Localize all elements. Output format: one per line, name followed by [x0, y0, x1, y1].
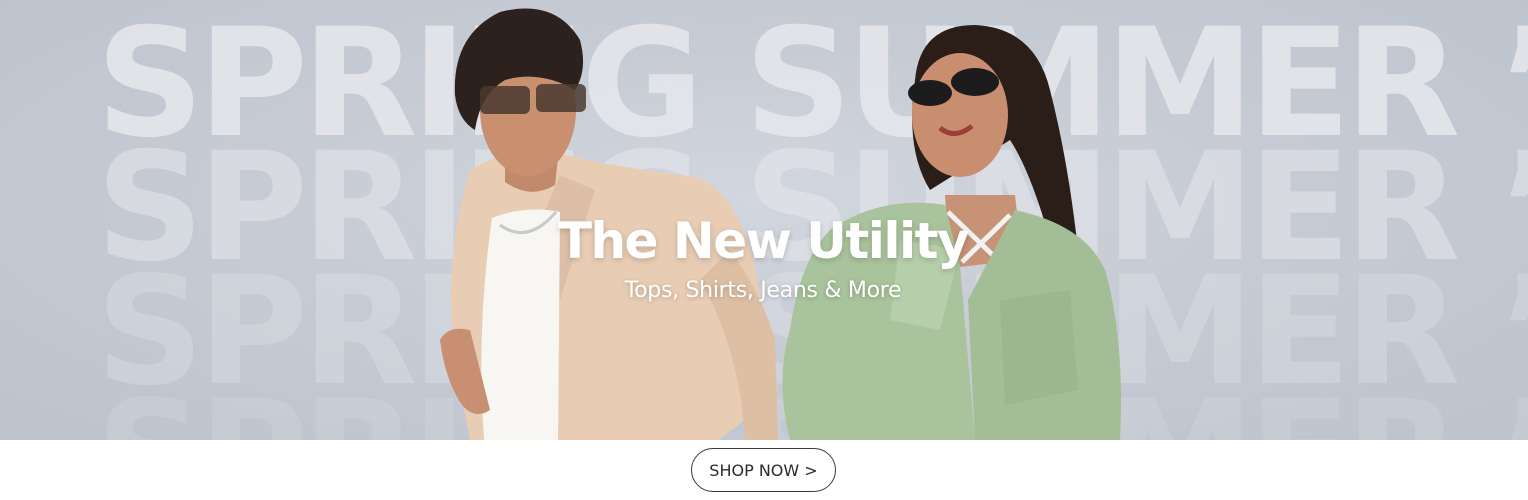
cta-bar: SHOP NOW >	[0, 440, 1528, 500]
shop-now-button[interactable]: SHOP NOW >	[691, 448, 836, 492]
banner-headline: The New Utility	[557, 212, 970, 270]
hero-banner[interactable]: SPRING SUMMER ’24 SPRING SUMMER ’24 SPRI…	[0, 0, 1528, 440]
banner-subheadline: Tops, Shirts, Jeans & More	[624, 278, 902, 303]
